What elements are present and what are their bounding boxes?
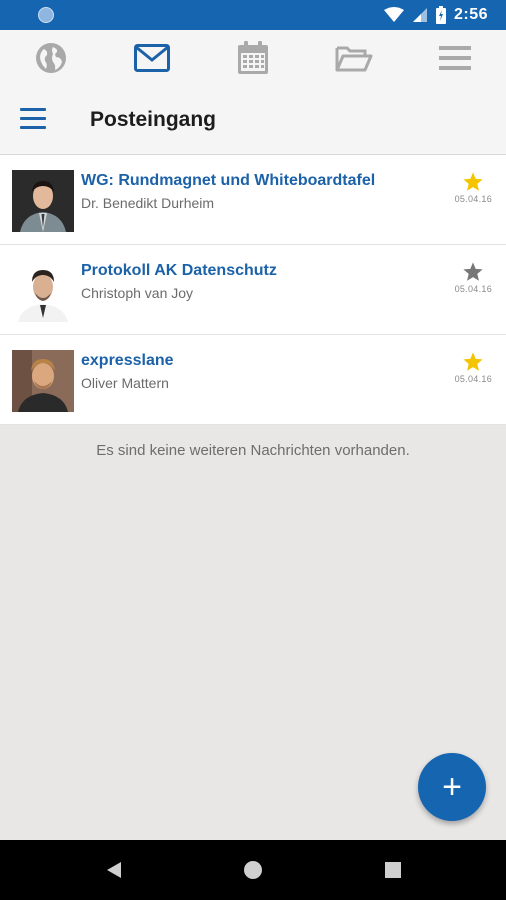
tab-mail[interactable]: [122, 30, 182, 86]
avatar: [12, 170, 74, 232]
tab-more[interactable]: [425, 30, 485, 86]
avatar: [12, 350, 74, 412]
empty-list-note: Es sind keine weiteren Nachrichten vorha…: [96, 442, 410, 459]
message-row[interactable]: expresslane Oliver Mattern 05.04.16: [0, 335, 506, 425]
message-subject: WG: Rundmagnet und Whiteboardtafel: [81, 172, 376, 189]
message-date: 05.04.16: [454, 284, 492, 294]
status-bar: 2:56: [0, 0, 506, 30]
message-list: WG: Rundmagnet und Whiteboardtafel Dr. B…: [0, 155, 506, 425]
recents-button[interactable]: [381, 858, 405, 882]
home-button[interactable]: [241, 858, 265, 882]
message-sender: Christoph van Joy: [81, 285, 194, 301]
back-triangle-icon: [107, 862, 121, 878]
back-button[interactable]: [102, 858, 126, 882]
hamburger-line: [20, 126, 46, 129]
plus-icon: +: [442, 768, 462, 806]
star-icon[interactable]: [462, 351, 484, 373]
status-time: 2:56: [453, 6, 488, 23]
notification-dot-icon: [38, 7, 54, 23]
message-date: 05.04.16: [454, 194, 492, 204]
globe-icon: [35, 43, 66, 73]
star-icon[interactable]: [462, 171, 484, 193]
tab-folder[interactable]: [324, 30, 384, 86]
tab-calendar[interactable]: [223, 30, 283, 86]
menu-lines-icon: [439, 46, 472, 70]
hamburger-menu-button[interactable]: [20, 108, 46, 130]
page-title: Posteingang: [90, 108, 217, 131]
star-icon[interactable]: [462, 261, 484, 283]
app-bar: Posteingang: [0, 86, 506, 155]
battery-icon: [435, 6, 446, 24]
message-subject: Protokoll AK Datenschutz: [81, 262, 277, 279]
wifi-icon: [383, 7, 404, 22]
message-sender: Oliver Mattern: [81, 375, 169, 391]
message-row[interactable]: Protokoll AK Datenschutz Christoph van J…: [0, 245, 506, 335]
calendar-icon: [237, 41, 268, 74]
message-sender: Dr. Benedikt Durheim: [81, 195, 215, 211]
mail-icon: [133, 44, 170, 72]
screen: 2:56 Posteingang WG: Rundmagnet und Whit…: [0, 0, 506, 900]
status-icons: 2:56: [383, 0, 488, 30]
signal-icon: [412, 8, 427, 22]
message-subject: expresslane: [81, 352, 174, 369]
tab-globe[interactable]: [21, 30, 81, 86]
folder-icon: [335, 46, 373, 72]
top-tab-bar: [0, 30, 506, 86]
home-circle-icon: [244, 861, 262, 879]
compose-fab-button[interactable]: +: [418, 753, 486, 821]
hamburger-line: [20, 108, 46, 111]
recents-square-icon: [385, 862, 401, 878]
message-row[interactable]: WG: Rundmagnet und Whiteboardtafel Dr. B…: [0, 155, 506, 245]
avatar: [12, 260, 74, 322]
hamburger-line: [20, 117, 46, 120]
message-date: 05.04.16: [454, 374, 492, 384]
system-nav-bar: [0, 840, 506, 900]
